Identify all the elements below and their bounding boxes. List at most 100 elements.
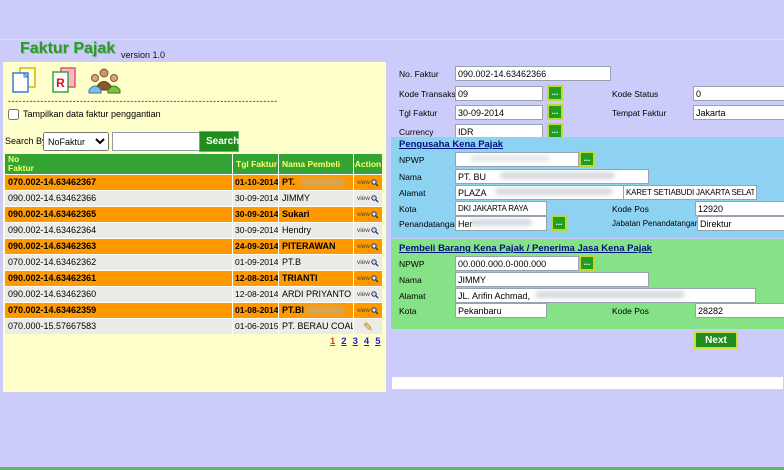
- cell-no-faktur: 090.002-14.63462365: [5, 207, 232, 222]
- pembeli-kota-input[interactable]: [455, 303, 547, 318]
- cell-nama-pembeli: PT. BERAU COAL: [279, 319, 353, 334]
- jabatan-penandatangan-input[interactable]: [697, 216, 784, 231]
- page-link-4[interactable]: 4: [364, 336, 369, 347]
- pembeli-nama-input[interactable]: [455, 272, 649, 287]
- report-document-icon[interactable]: R: [49, 66, 79, 96]
- copy-documents-icon[interactable]: [10, 66, 40, 96]
- pkp-kota-input[interactable]: [455, 201, 547, 216]
- cell-no-faktur: 070.002-14.63462362: [5, 255, 232, 270]
- table-row: 070.000-15.57667583 01-06-2015 PT. BERAU…: [5, 319, 382, 334]
- kode-transaksi-browse-button[interactable]: ...: [547, 85, 563, 101]
- pkp-npwp-browse-button[interactable]: ...: [579, 151, 595, 167]
- cell-no-faktur: 090.002-14.63462364: [5, 223, 232, 238]
- view-button[interactable]: view: [357, 303, 379, 318]
- search-by-label: Search By: [5, 136, 47, 146]
- search-input[interactable]: [112, 132, 200, 151]
- redacted-text: [470, 155, 550, 162]
- no-faktur-input[interactable]: [455, 66, 611, 81]
- penandatangan-browse-button[interactable]: ...: [551, 215, 567, 231]
- cell-nama-pembeli: ARDI PRIYANTO: [279, 287, 353, 302]
- table-header-row: No Faktur Tgl Faktur Nama Pembeli Action: [5, 154, 382, 174]
- pkp-kode-pos-input[interactable]: [695, 201, 784, 216]
- cell-tgl-faktur: 12-08-2014: [233, 287, 278, 302]
- search-field-select[interactable]: NoFaktur: [43, 132, 109, 151]
- dashed-divider: ----------------------------------------…: [8, 96, 296, 108]
- page-title: Faktur Pajak: [20, 40, 115, 58]
- pagination: 1 2 3 4 5: [330, 336, 380, 347]
- redacted-text: [535, 291, 685, 298]
- page-link-3[interactable]: 3: [353, 336, 358, 347]
- pkp-section-title: Pengusaha Kena Pajak: [399, 139, 503, 150]
- magnifier-icon: [371, 243, 379, 251]
- kode-status-input[interactable]: [693, 86, 784, 101]
- cell-nama-pembeli: Sukari: [279, 207, 353, 222]
- cell-no-faktur: 090.002-14.63462360: [5, 287, 232, 302]
- view-button[interactable]: view: [357, 191, 379, 206]
- cell-nama-pembeli: TRIANTI: [279, 271, 353, 286]
- app-version: version 1.0: [121, 50, 165, 60]
- cell-action: ✎: [354, 319, 382, 334]
- search-button[interactable]: Search: [199, 131, 239, 152]
- pembeli-kode-pos-input[interactable]: [695, 303, 784, 318]
- cell-action: view: [354, 175, 382, 190]
- bottom-text-field[interactable]: [392, 377, 783, 389]
- view-button[interactable]: view: [357, 175, 379, 190]
- cell-tgl-faktur: 01-08-2014: [233, 303, 278, 318]
- redacted-text: [500, 172, 615, 179]
- tempat-faktur-input[interactable]: [693, 105, 784, 120]
- currency-label: Currency: [399, 127, 433, 137]
- pkp-npwp-label: NPWP: [399, 155, 425, 165]
- redacted-text: [305, 307, 345, 314]
- view-button[interactable]: view: [357, 239, 379, 254]
- table-row: 090.002-14.63462364 30-09-2014 Hendry vi…: [5, 223, 382, 238]
- edit-pencil-icon[interactable]: ✎: [363, 321, 373, 333]
- header-nama-pembeli: Nama Pembeli: [279, 154, 353, 174]
- cell-no-faktur: 070.002-14.63462359: [5, 303, 232, 318]
- cell-no-faktur: 070.000-15.57667583: [5, 319, 232, 334]
- pembeli-alamat-label: Alamat: [399, 291, 425, 301]
- view-button[interactable]: view: [357, 255, 379, 270]
- next-button[interactable]: Next: [694, 331, 738, 349]
- cell-action: view: [354, 271, 382, 286]
- table-row: 090.002-14.63462363 24-09-2014 PITERAWAN…: [5, 239, 382, 254]
- cell-action: view: [354, 287, 382, 302]
- cell-tgl-faktur: 01-09-2014: [233, 255, 278, 270]
- page-link-1[interactable]: 1: [330, 336, 335, 347]
- cell-tgl-faktur: 30-09-2014: [233, 207, 278, 222]
- tgl-faktur-input[interactable]: [455, 105, 543, 120]
- cell-action: view: [354, 255, 382, 270]
- cell-tgl-faktur: 01-06-2015: [233, 319, 278, 334]
- tgl-faktur-label: Tgl Faktur: [399, 108, 437, 118]
- cell-action: view: [354, 303, 382, 318]
- cell-no-faktur: 090.002-14.63462363: [5, 239, 232, 254]
- cell-action: view: [354, 223, 382, 238]
- magnifier-icon: [371, 275, 379, 283]
- tgl-faktur-browse-button[interactable]: ...: [547, 104, 563, 120]
- pembeli-npwp-browse-button[interactable]: ...: [579, 255, 595, 271]
- toolbar: R: [10, 66, 118, 96]
- cell-tgl-faktur: 12-08-2014: [233, 271, 278, 286]
- magnifier-icon: [371, 259, 379, 267]
- kode-transaksi-input[interactable]: [455, 86, 543, 101]
- table-row: 090.002-14.63462366 30-09-2014 JIMMY vie…: [5, 191, 382, 206]
- pkp-alamat-input-2[interactable]: [623, 185, 757, 200]
- pembeli-kota-label: Kota: [399, 306, 417, 316]
- cell-no-faktur: 090.002-14.63462366: [5, 191, 232, 206]
- view-button[interactable]: view: [357, 207, 379, 222]
- view-button[interactable]: view: [357, 223, 379, 238]
- view-button[interactable]: view: [357, 271, 379, 286]
- tempat-faktur-label: Tempat Faktur: [612, 108, 666, 118]
- divider-line-top: [0, 39, 784, 40]
- magnifier-icon: [371, 179, 379, 187]
- cell-action: view: [354, 239, 382, 254]
- pembeli-npwp-input[interactable]: [455, 256, 579, 271]
- redacted-text: [470, 219, 532, 226]
- no-faktur-label: No. Faktur: [399, 69, 439, 79]
- users-group-icon[interactable]: [88, 66, 118, 96]
- table-row: 090.002-14.63462361 12-08-2014 TRIANTI v…: [5, 271, 382, 286]
- page-link-2[interactable]: 2: [341, 336, 346, 347]
- show-replacement-invoices-checkbox[interactable]: [8, 109, 19, 120]
- view-button[interactable]: view: [357, 287, 379, 302]
- header-tgl-faktur: Tgl Faktur: [233, 154, 278, 174]
- page-link-5[interactable]: 5: [375, 336, 380, 347]
